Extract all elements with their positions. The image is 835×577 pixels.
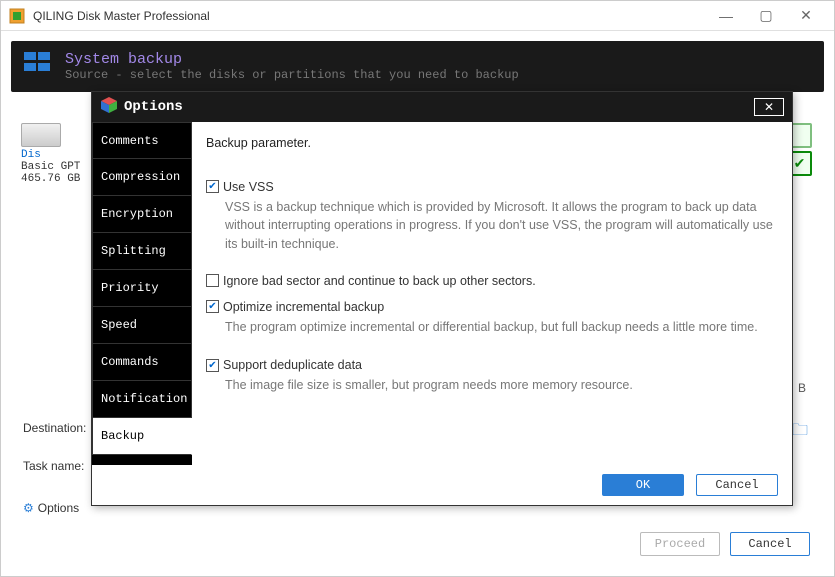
- option-desc: The image file size is smaller, but prog…: [225, 376, 778, 395]
- dialog-titlebar[interactable]: Options ✕: [92, 92, 792, 122]
- tab-commands[interactable]: Commands: [92, 344, 192, 381]
- close-button[interactable]: ✕: [786, 2, 826, 30]
- tab-notification[interactable]: Notification: [92, 381, 192, 418]
- checkbox-optimize-incremental[interactable]: ✔ Optimize incremental backup: [206, 300, 384, 314]
- unit-label: B: [798, 381, 806, 395]
- app-window: QILING Disk Master Professional — ▢ ✕ Sy…: [0, 0, 835, 577]
- dialog-close-button[interactable]: ✕: [754, 98, 784, 116]
- checkbox-icon: ✔: [206, 359, 219, 372]
- task-name-label: Task name:: [23, 459, 84, 473]
- titlebar[interactable]: QILING Disk Master Professional — ▢ ✕: [1, 1, 834, 31]
- option-support-deduplicate: ✔ Support deduplicate data The image fil…: [206, 357, 778, 395]
- cancel-button[interactable]: Cancel: [730, 532, 810, 556]
- checkbox-icon: ✔: [206, 180, 219, 193]
- footer-buttons: Proceed Cancel: [640, 532, 810, 556]
- page-subtitle: Source - select the disks or partitions …: [65, 68, 519, 82]
- options-panel: Backup parameter. ✔ Use VSS VSS is a bac…: [192, 122, 792, 465]
- app-title: QILING Disk Master Professional: [33, 9, 706, 23]
- checkbox-support-deduplicate[interactable]: ✔ Support deduplicate data: [206, 358, 362, 372]
- disk-type: Basic GPT: [21, 161, 101, 173]
- panel-heading: Backup parameter.: [206, 136, 778, 150]
- ok-button[interactable]: OK: [602, 474, 684, 496]
- checkbox-icon: [206, 274, 219, 287]
- dialog-footer: OK Cancel: [92, 465, 792, 505]
- disk-item[interactable]: Dis Basic GPT 465.76 GB: [21, 123, 101, 185]
- browse-icon[interactable]: 🗀: [792, 419, 808, 446]
- disk-name: Dis: [21, 149, 101, 161]
- option-label: Optimize incremental backup: [223, 300, 384, 314]
- dialog-title: Options: [124, 99, 754, 115]
- disk-icon: [21, 123, 61, 147]
- minimize-button[interactable]: —: [706, 2, 746, 30]
- tab-comments[interactable]: Comments: [92, 122, 192, 159]
- option-optimize-incremental: ✔ Optimize incremental backup The progra…: [206, 298, 778, 336]
- option-label: Use VSS: [223, 180, 274, 194]
- page-title: System backup: [65, 51, 519, 68]
- option-use-vss: ✔ Use VSS VSS is a backup technique whic…: [206, 178, 778, 254]
- options-link[interactable]: ⚙Options: [23, 501, 79, 515]
- disk-size: 465.76 GB: [21, 173, 101, 185]
- proceed-button[interactable]: Proceed: [640, 532, 720, 556]
- option-label: Support deduplicate data: [223, 358, 362, 372]
- option-desc: VSS is a backup technique which is provi…: [225, 198, 778, 254]
- tab-compression[interactable]: Compression: [92, 159, 192, 196]
- checkbox-ignore-bad-sector[interactable]: Ignore bad sector and continue to back u…: [206, 274, 536, 288]
- app-icon: [9, 8, 25, 24]
- checkbox-use-vss[interactable]: ✔ Use VSS: [206, 180, 274, 194]
- tab-speed[interactable]: Speed: [92, 307, 192, 344]
- cube-icon: [100, 96, 118, 119]
- destination-label: Destination:: [23, 421, 86, 435]
- checkbox-icon: ✔: [206, 300, 219, 313]
- tab-encryption[interactable]: Encryption: [92, 196, 192, 233]
- tab-splitting[interactable]: Splitting: [92, 233, 192, 270]
- tab-backup[interactable]: Backup: [92, 418, 192, 455]
- option-ignore-bad-sector: Ignore bad sector and continue to back u…: [206, 274, 778, 291]
- tab-priority[interactable]: Priority: [92, 270, 192, 307]
- dialog-cancel-button[interactable]: Cancel: [696, 474, 778, 496]
- grid-icon: [23, 51, 55, 73]
- page-header: System backup Source - select the disks …: [11, 41, 824, 92]
- option-desc: The program optimize incremental or diff…: [225, 318, 778, 337]
- maximize-button[interactable]: ▢: [746, 2, 786, 30]
- options-dialog: Options ✕ Comments Compression Encryptio…: [91, 91, 793, 506]
- option-label: Ignore bad sector and continue to back u…: [223, 274, 536, 288]
- options-sidebar: Comments Compression Encryption Splittin…: [92, 122, 192, 465]
- gear-icon: ⚙: [23, 501, 34, 515]
